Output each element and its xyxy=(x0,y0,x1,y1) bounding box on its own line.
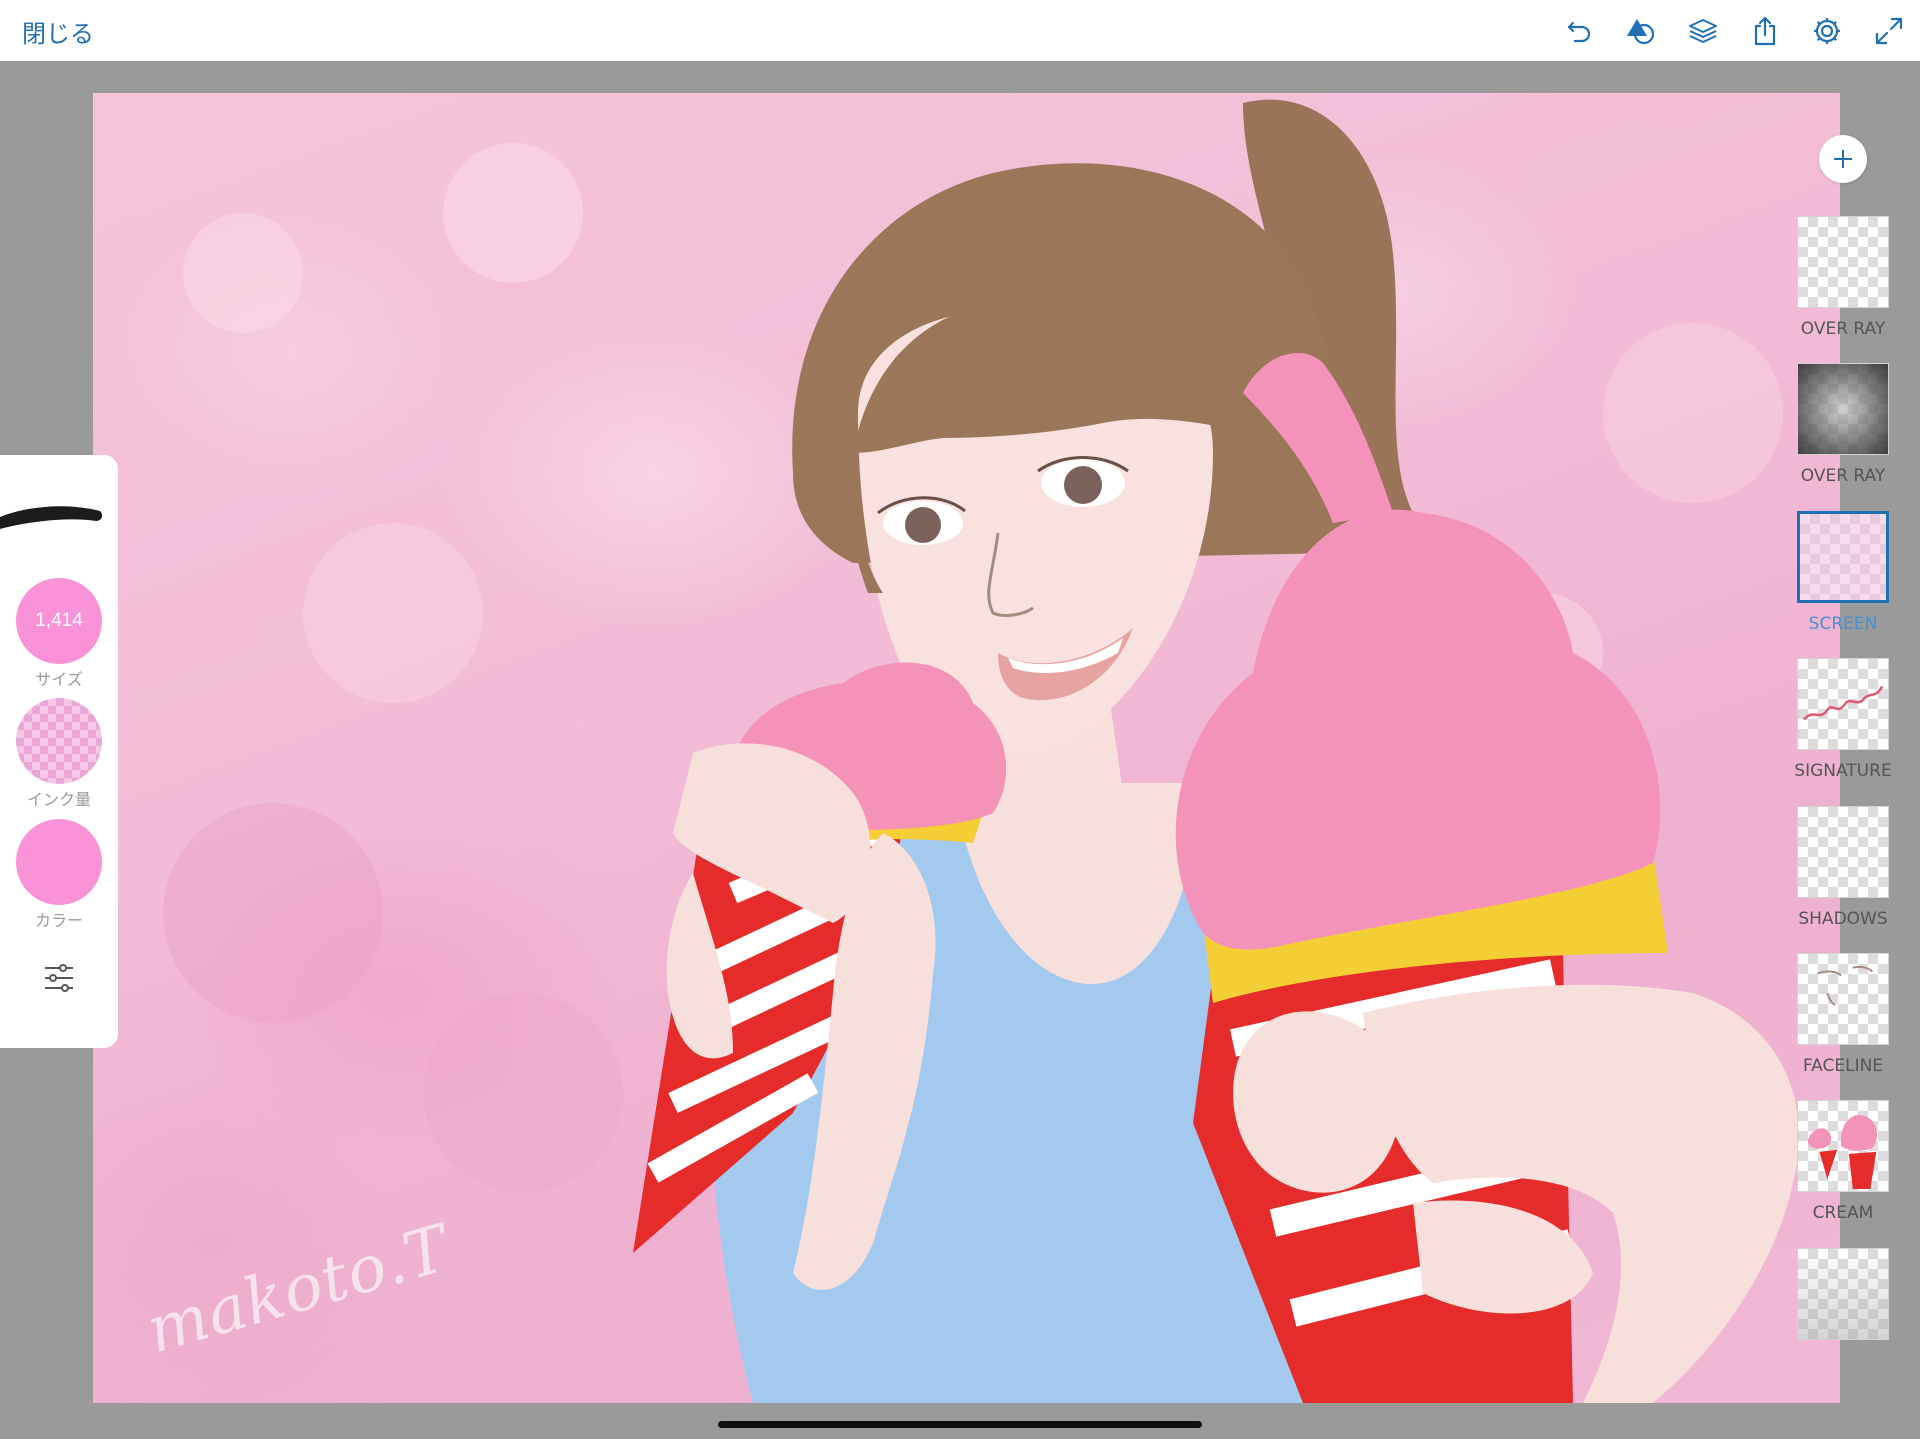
layer-name: SHADOWS xyxy=(1798,909,1888,929)
home-indicator xyxy=(718,1421,1202,1428)
artwork-illustration xyxy=(163,99,1799,1403)
brush-settings-icon[interactable] xyxy=(41,960,77,996)
layer-name: OVER RAY xyxy=(1800,319,1886,339)
layer-item[interactable]: FACELINE xyxy=(1797,953,1889,1076)
drawing-canvas[interactable]: makoto.T xyxy=(93,93,1840,1403)
layer-thumbnail xyxy=(1797,1100,1889,1192)
layer-name: FACELINE xyxy=(1802,1056,1884,1076)
top-toolbar: 閉じる xyxy=(0,0,1920,61)
faceline-thumbnail-icon xyxy=(1817,965,1874,1006)
brush-size-control[interactable]: 1,414 xyxy=(16,578,102,664)
brush-preview-icon[interactable] xyxy=(0,495,106,535)
brush-size-label: サイズ xyxy=(35,670,83,689)
undo-icon[interactable] xyxy=(1563,14,1597,48)
layer-item[interactable]: SHADOWS xyxy=(1797,806,1889,929)
layer-thumbnail xyxy=(1797,511,1889,603)
plus-icon xyxy=(1834,150,1852,168)
layer-thumbnail xyxy=(1797,216,1889,308)
layer-item[interactable]: SIGNATURE xyxy=(1794,658,1892,781)
brush-color-control[interactable] xyxy=(16,819,102,905)
layer-name: OVER RAY xyxy=(1800,466,1886,486)
signature-thumbnail-icon xyxy=(1802,685,1884,721)
ink-flow-control[interactable] xyxy=(16,698,102,784)
layer-thumbnail xyxy=(1797,363,1889,455)
layer-item[interactable] xyxy=(1797,1248,1889,1340)
share-icon[interactable] xyxy=(1748,14,1782,48)
layer-item-active[interactable]: SCREEN xyxy=(1797,511,1889,634)
add-layer-button[interactable] xyxy=(1819,135,1867,183)
layer-thumbnail xyxy=(1797,953,1889,1045)
ink-flow-label: インク量 xyxy=(26,790,91,809)
brush-color-label: カラー xyxy=(34,911,83,930)
layer-name: SIGNATURE xyxy=(1794,761,1892,781)
brush-size-value: 1,414 xyxy=(35,610,83,631)
cream-thumbnail-icon xyxy=(1807,1114,1878,1190)
settings-icon[interactable] xyxy=(1810,14,1844,48)
layer-thumbnail xyxy=(1797,658,1889,750)
layer-item[interactable]: OVER RAY xyxy=(1797,216,1889,339)
layer-thumbnail xyxy=(1797,1248,1889,1340)
layer-thumbnail xyxy=(1797,806,1889,898)
layer-name: CREAM xyxy=(1812,1203,1874,1223)
close-button[interactable]: 閉じる xyxy=(22,14,94,49)
shape-tools-icon[interactable] xyxy=(1624,14,1658,48)
layers-icon[interactable] xyxy=(1686,14,1720,48)
layer-item[interactable]: CREAM xyxy=(1797,1100,1889,1223)
layer-item[interactable]: OVER RAY xyxy=(1797,363,1889,486)
layer-name: SCREEN xyxy=(1808,614,1878,634)
fullscreen-icon[interactable] xyxy=(1872,14,1906,48)
brush-panel: 1,414 サイズ インク量 カラー xyxy=(0,455,118,1048)
